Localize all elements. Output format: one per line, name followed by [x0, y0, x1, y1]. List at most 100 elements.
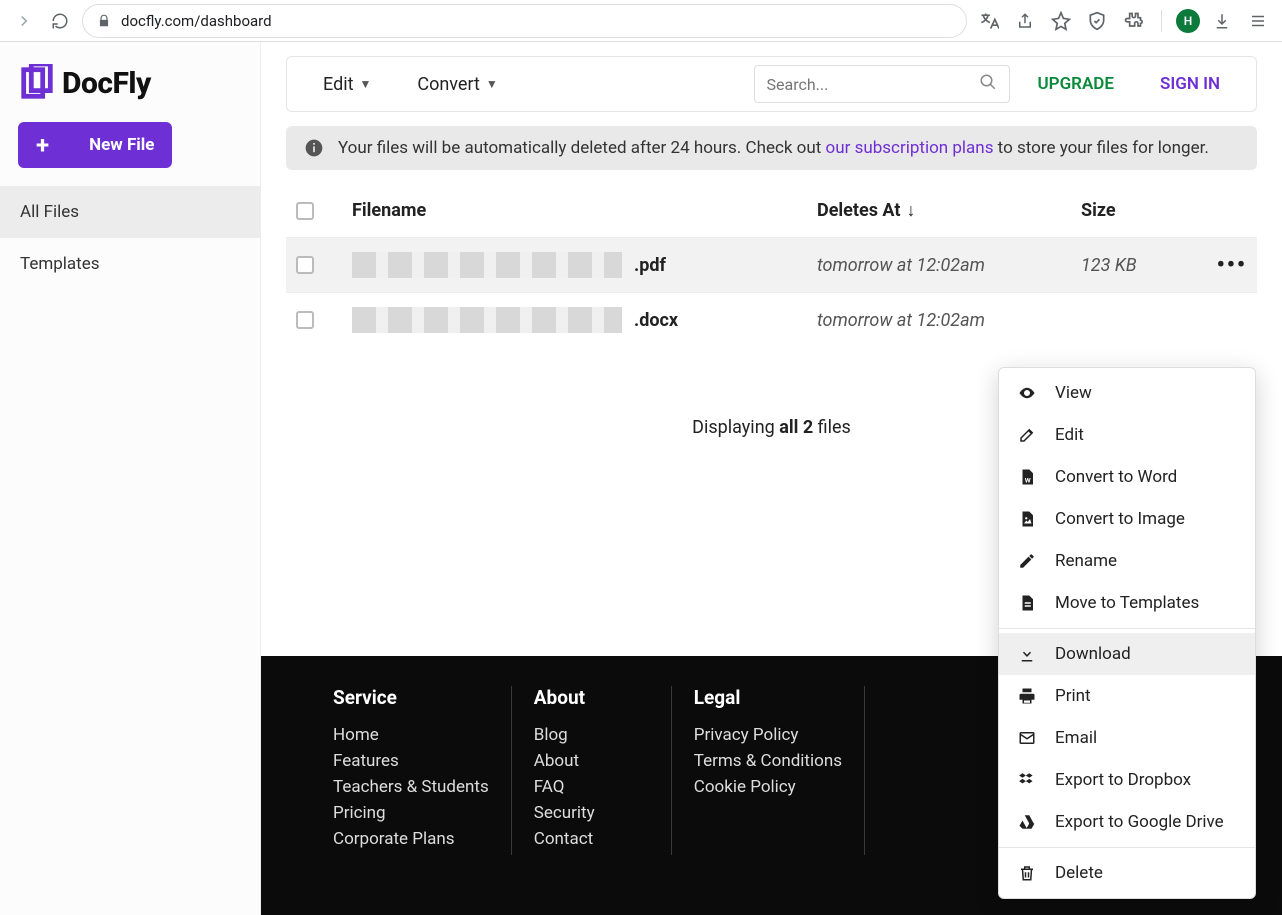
upgrade-link[interactable]: UPGRADE	[1020, 74, 1132, 94]
menu-item-delete[interactable]: Delete	[999, 852, 1255, 894]
context-menu: View Edit W Convert to Word Convert to Image…	[998, 367, 1256, 899]
edit-menu[interactable]: Edit▼	[305, 74, 389, 95]
signin-link[interactable]: SIGN IN	[1142, 74, 1238, 94]
menu-item-download[interactable]: Download	[999, 633, 1255, 675]
footer-link[interactable]: Terms & Conditions	[694, 751, 842, 771]
search-input[interactable]	[767, 75, 979, 94]
menu-item-edit[interactable]: Edit	[999, 414, 1255, 456]
menu-item-export-to-dropbox[interactable]: Export to Dropbox	[999, 759, 1255, 801]
file-ext: .pdf	[634, 255, 666, 276]
menu-item-label: Email	[1055, 728, 1097, 748]
menu-item-label: Export to Dropbox	[1055, 770, 1191, 790]
print-icon	[1017, 686, 1037, 706]
caret-down-icon: ▼	[486, 77, 498, 91]
search-icon[interactable]	[979, 73, 997, 95]
footer-heading: Legal	[694, 686, 842, 709]
menu-item-convert-to-word[interactable]: W Convert to Word	[999, 456, 1255, 498]
sidebar-item-all-files[interactable]: All Files	[0, 186, 260, 238]
menu-icon[interactable]	[1248, 11, 1268, 31]
reload-button[interactable]	[46, 7, 74, 35]
alert-text: Your files will be automatically deleted…	[338, 138, 1209, 158]
menu-item-convert-to-image[interactable]: Convert to Image	[999, 498, 1255, 540]
svg-text:W: W	[1025, 476, 1031, 484]
logo-text: DocFly	[62, 66, 151, 101]
translate-icon[interactable]	[979, 11, 999, 31]
footer-link[interactable]: Blog	[534, 725, 649, 745]
menu-item-label: Download	[1055, 644, 1131, 664]
row-checkbox[interactable]	[296, 311, 314, 329]
caret-down-icon: ▼	[359, 77, 371, 91]
menu-separator	[999, 628, 1255, 629]
footer-link[interactable]: Privacy Policy	[694, 725, 842, 745]
row-actions-button[interactable]: •••	[1217, 253, 1247, 278]
footer-link[interactable]: About	[534, 751, 649, 771]
footer-link[interactable]: Corporate Plans	[333, 829, 489, 849]
footer-heading: Service	[333, 686, 489, 709]
menu-item-label: Rename	[1055, 551, 1117, 571]
menu-item-print[interactable]: Print	[999, 675, 1255, 717]
bookmark-star-icon[interactable]	[1051, 11, 1071, 31]
deletes-at: tomorrow at 12:02am	[817, 255, 1081, 276]
menu-item-move-to-templates[interactable]: Move to Templates	[999, 582, 1255, 624]
header-filename[interactable]: Filename	[352, 200, 817, 221]
divider	[1161, 10, 1162, 32]
table-header: Filename Deletes At↓ Size	[286, 184, 1257, 237]
header-size[interactable]: Size	[1081, 200, 1207, 221]
menu-item-export-to-google-drive[interactable]: Export to Google Drive	[999, 801, 1255, 843]
forward-button[interactable]	[10, 7, 38, 35]
file-size: 123 KB	[1081, 255, 1207, 276]
header-deletes-at[interactable]: Deletes At↓	[817, 200, 1081, 221]
menu-item-label: Convert to Word	[1055, 467, 1177, 487]
footer-link[interactable]: Features	[333, 751, 489, 771]
select-all-checkbox[interactable]	[296, 202, 314, 220]
info-alert: Your files will be automatically deleted…	[286, 126, 1257, 170]
redacted-filename	[352, 307, 622, 333]
downloads-icon[interactable]	[1212, 11, 1232, 31]
edit-icon	[1017, 425, 1037, 445]
menu-item-label: Move to Templates	[1055, 593, 1199, 613]
new-file-label: New File	[89, 135, 154, 155]
footer-link[interactable]: Teachers & Students	[333, 777, 489, 797]
menu-separator	[999, 847, 1255, 848]
brand[interactable]: DocFly	[0, 42, 260, 116]
footer-link[interactable]: Cookie Policy	[694, 777, 842, 797]
sidebar-item-templates[interactable]: Templates	[0, 238, 260, 290]
lock-icon	[97, 14, 111, 28]
new-file-button[interactable]: + New File	[18, 122, 172, 168]
footer-col-legal: Legal Privacy Policy Terms & Conditions …	[672, 686, 865, 855]
footer-link[interactable]: Security	[534, 803, 649, 823]
pencil-icon	[1017, 551, 1037, 571]
menu-item-view[interactable]: View	[999, 372, 1255, 414]
footer-link[interactable]: Home	[333, 725, 489, 745]
footer-col-service: Service Home Features Teachers & Student…	[311, 686, 512, 855]
convert-menu[interactable]: Convert▼	[399, 74, 515, 95]
dropbox-icon	[1017, 770, 1037, 790]
menu-item-email[interactable]: Email	[999, 717, 1255, 759]
shield-icon[interactable]	[1087, 11, 1107, 31]
image-icon	[1017, 509, 1037, 529]
row-checkbox[interactable]	[296, 256, 314, 274]
file-icon	[1017, 593, 1037, 613]
info-icon	[304, 138, 324, 158]
footer-link[interactable]: Pricing	[333, 803, 489, 823]
plus-icon: +	[36, 131, 49, 159]
subscription-link[interactable]: our subscription plans	[826, 138, 994, 158]
footer-link[interactable]: FAQ	[534, 777, 649, 797]
profile-avatar[interactable]: H	[1176, 9, 1200, 33]
address-bar[interactable]: docfly.com/dashboard	[82, 4, 967, 38]
table-row[interactable]: .pdf tomorrow at 12:02am 123 KB •••	[286, 237, 1257, 292]
table-row[interactable]: .docx tomorrow at 12:02am	[286, 292, 1257, 347]
footer-link[interactable]: Contact	[534, 829, 649, 849]
extensions-icon[interactable]	[1123, 11, 1143, 31]
word-icon: W	[1017, 467, 1037, 487]
menu-item-label: Edit	[1055, 425, 1084, 445]
logo-icon	[18, 64, 56, 102]
footer-heading: About	[534, 686, 649, 709]
menu-item-rename[interactable]: Rename	[999, 540, 1255, 582]
search-box[interactable]	[754, 65, 1010, 103]
sort-down-icon: ↓	[906, 200, 915, 221]
url-text: docfly.com/dashboard	[121, 12, 272, 30]
menu-item-label: Print	[1055, 686, 1091, 706]
file-ext: .docx	[634, 310, 678, 331]
share-icon[interactable]	[1015, 11, 1035, 31]
